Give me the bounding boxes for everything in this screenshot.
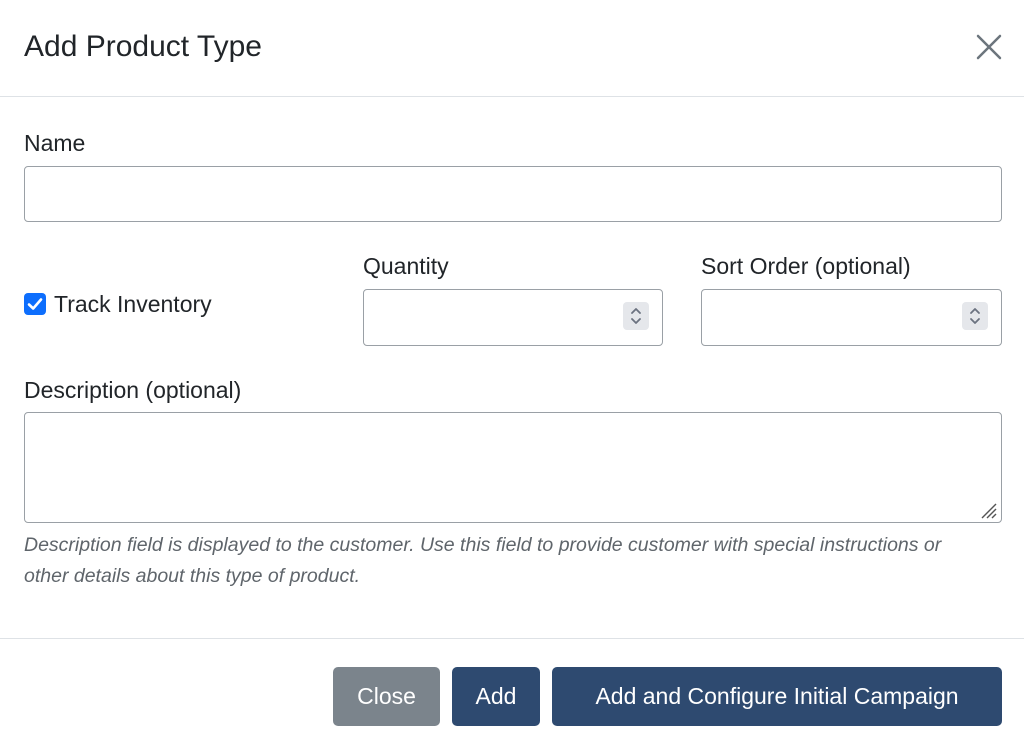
- modal-title: Add Product Type: [24, 30, 262, 63]
- resize-grip-icon[interactable]: [978, 500, 998, 520]
- name-label: Name: [24, 130, 86, 156]
- sort-order-stepper[interactable]: [701, 289, 1002, 346]
- quantity-stepper[interactable]: [363, 289, 663, 346]
- description-label: Description (optional): [24, 377, 242, 403]
- close-x-icon[interactable]: [972, 30, 1006, 64]
- add-and-configure-button[interactable]: Add and Configure Initial Campaign: [552, 667, 1002, 726]
- checkmark-icon: [27, 298, 43, 310]
- add-button[interactable]: Add: [452, 667, 540, 726]
- track-inventory-label[interactable]: Track Inventory: [54, 290, 212, 318]
- stepper-arrows-icon[interactable]: [623, 302, 649, 330]
- stepper-arrows-icon[interactable]: [962, 302, 988, 330]
- add-product-type-modal: Add Product Type Name Track Inventory Qu…: [0, 0, 1024, 749]
- description-textarea[interactable]: [24, 412, 1002, 523]
- track-inventory-checkbox[interactable]: [24, 293, 46, 315]
- modal-footer: Close Add Add and Configure Initial Camp…: [0, 638, 1024, 749]
- description-help-text: Description field is displayed to the cu…: [24, 534, 942, 587]
- name-input[interactable]: [24, 166, 1002, 222]
- sort-order-label: Sort Order (optional): [701, 253, 911, 279]
- close-button[interactable]: Close: [333, 667, 440, 726]
- quantity-label: Quantity: [363, 253, 449, 279]
- modal-header: Add Product Type: [0, 0, 1024, 97]
